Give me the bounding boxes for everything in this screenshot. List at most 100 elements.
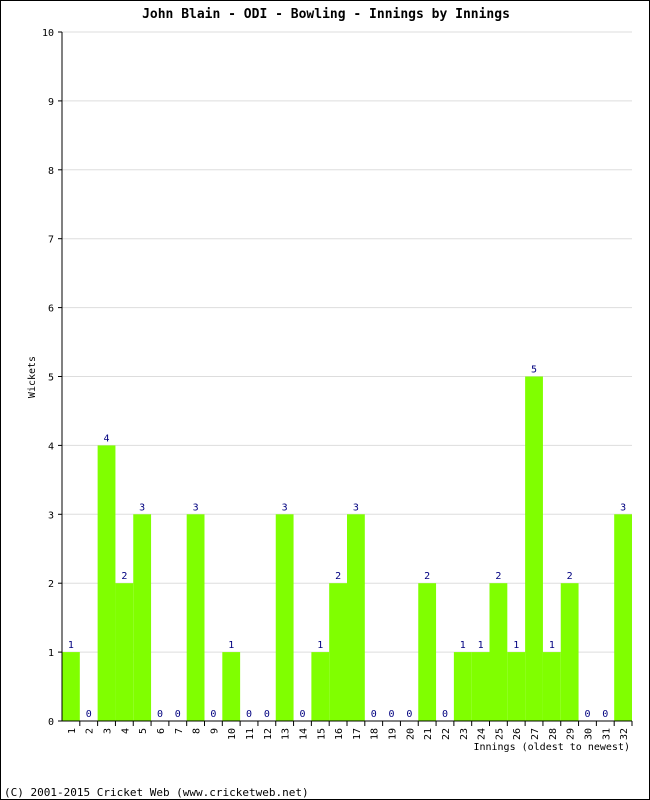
data-label: 0 xyxy=(86,709,92,720)
x-tick-label: 31 xyxy=(601,728,612,740)
x-tick-label: 24 xyxy=(477,728,488,740)
data-label: 2 xyxy=(567,571,573,582)
x-tick-label: 14 xyxy=(298,728,309,740)
data-label: 0 xyxy=(406,709,412,720)
y-tick-label: 1 xyxy=(48,648,54,659)
data-label: 2 xyxy=(495,571,501,582)
bar xyxy=(418,583,437,721)
bar xyxy=(525,376,543,721)
chart-frame: John Blain - ODI - Bowling - Innings by … xyxy=(0,0,650,800)
data-label: 1 xyxy=(460,640,466,651)
data-label: 5 xyxy=(531,365,537,376)
data-label: 1 xyxy=(68,640,74,651)
data-label: 3 xyxy=(353,502,359,513)
data-label: 1 xyxy=(513,640,519,651)
x-tick-label: 15 xyxy=(316,728,327,740)
bar xyxy=(186,514,205,721)
chart-title: John Blain - ODI - Bowling - Innings by … xyxy=(142,7,510,22)
x-tick-label: 5 xyxy=(138,728,149,734)
bar xyxy=(275,514,294,721)
bar xyxy=(453,652,472,721)
x-tick-label: 4 xyxy=(120,728,131,734)
data-label: 0 xyxy=(371,709,377,720)
data-label: 2 xyxy=(121,571,127,582)
x-tick-label: 20 xyxy=(405,728,416,740)
bar xyxy=(62,652,80,721)
x-tick-label: 17 xyxy=(352,728,363,740)
x-tick-label: 29 xyxy=(566,728,577,740)
x-tick-label: 7 xyxy=(174,728,185,734)
y-tick-label: 7 xyxy=(48,235,54,246)
data-label: 0 xyxy=(299,709,305,720)
y-tick-label: 0 xyxy=(48,717,54,728)
x-tick-label: 13 xyxy=(281,728,292,740)
bar xyxy=(133,514,152,721)
data-label: 1 xyxy=(317,640,323,651)
x-tick-label: 28 xyxy=(548,728,559,740)
y-tick-label: 4 xyxy=(48,441,54,452)
y-axis-label: Wickets xyxy=(27,356,38,398)
data-label: 0 xyxy=(584,709,590,720)
x-tick-label: 8 xyxy=(192,728,203,734)
bar xyxy=(614,514,632,721)
data-label: 3 xyxy=(282,502,288,513)
bar-chart: John Blain - ODI - Bowling - Innings by … xyxy=(4,7,633,799)
data-label: 0 xyxy=(175,709,181,720)
x-tick-label: 6 xyxy=(156,728,167,734)
data-label: 1 xyxy=(549,640,555,651)
x-tick-label: 11 xyxy=(245,728,256,740)
data-label: 3 xyxy=(139,502,145,513)
x-tick-label: 16 xyxy=(334,728,345,740)
bar xyxy=(542,652,561,721)
bar xyxy=(115,583,134,721)
x-tick-label: 9 xyxy=(209,728,220,734)
data-label: 2 xyxy=(424,571,430,582)
data-label: 0 xyxy=(602,709,608,720)
x-tick-label: 23 xyxy=(459,728,470,740)
data-label: 0 xyxy=(442,709,448,720)
y-tick-label: 3 xyxy=(48,510,54,521)
data-label: 2 xyxy=(335,571,341,582)
bar xyxy=(507,652,526,721)
x-tick-label: 26 xyxy=(512,728,523,740)
data-label: 4 xyxy=(104,433,110,444)
x-axis-label: Innings (oldest to newest) xyxy=(473,742,630,753)
data-label: 1 xyxy=(478,640,484,651)
y-tick-label: 5 xyxy=(48,373,54,384)
y-tick-label: 8 xyxy=(48,166,54,177)
x-tick-label: 19 xyxy=(388,728,399,740)
bar xyxy=(489,583,508,721)
x-tick-label: 2 xyxy=(85,728,96,734)
footer-copyright: (C) 2001-2015 Cricket Web (www.cricketwe… xyxy=(4,786,309,799)
data-label: 0 xyxy=(246,709,252,720)
data-label: 3 xyxy=(193,502,199,513)
bar xyxy=(222,652,241,721)
y-tick-label: 6 xyxy=(48,304,54,315)
y-tick-label: 9 xyxy=(48,97,54,108)
x-tick-label: 10 xyxy=(227,728,238,740)
x-tick-label: 22 xyxy=(441,728,452,740)
bar xyxy=(311,652,330,721)
x-tick-label: 32 xyxy=(619,728,630,740)
data-label: 1 xyxy=(228,640,234,651)
data-label: 3 xyxy=(620,502,626,513)
x-tick-label: 25 xyxy=(494,728,505,740)
x-tick-label: 30 xyxy=(583,728,594,740)
bar xyxy=(347,514,365,721)
data-label: 0 xyxy=(389,709,395,720)
data-label: 0 xyxy=(210,709,216,720)
x-tick-label: 12 xyxy=(263,728,274,740)
x-tick-label: 1 xyxy=(67,728,78,734)
bar xyxy=(329,583,347,721)
data-label: 0 xyxy=(264,709,270,720)
x-tick-label: 3 xyxy=(103,728,114,734)
bar xyxy=(471,652,490,721)
y-tick-label: 10 xyxy=(42,28,54,39)
x-tick-label: 18 xyxy=(370,728,381,740)
x-tick-label: 27 xyxy=(530,728,541,740)
bar xyxy=(97,445,116,721)
data-label: 0 xyxy=(157,709,163,720)
x-tick-label: 21 xyxy=(423,728,434,740)
y-tick-label: 2 xyxy=(48,579,54,590)
bar xyxy=(560,583,579,721)
